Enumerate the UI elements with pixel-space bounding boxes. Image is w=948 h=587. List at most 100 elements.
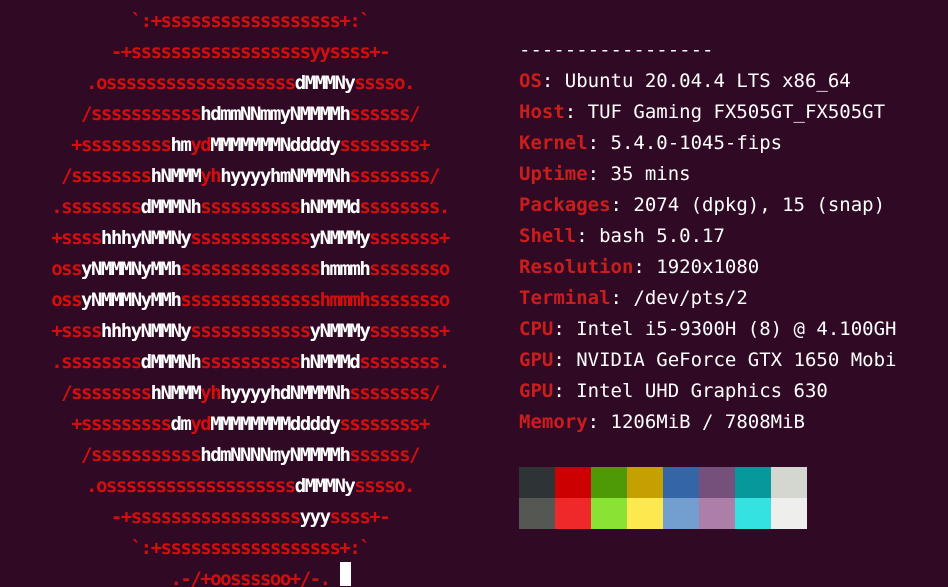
logo-line: -+sssssssssssssssssyyyssss+-	[5, 502, 495, 533]
info-key: Kernel	[519, 132, 588, 154]
info-row-memory: Memory: 1206MiB / 7808MiB	[519, 407, 948, 438]
logo-segment: hm	[170, 134, 191, 156]
info-value: : Intel i5-9300H (8) @ 4.100GH	[553, 318, 897, 340]
logo-segment: yNMMMy	[309, 227, 371, 249]
color-swatch	[627, 467, 663, 498]
info-value: : TUF Gaming FX505GT_FX505GT	[564, 101, 886, 123]
info-value: : 35 mins	[587, 163, 691, 185]
logo-segment: /ssssssss	[61, 382, 152, 404]
info-key: Shell	[519, 225, 577, 247]
logo-line: .ssssssssdMMMNhsssssssssshNMMMdssssssss.	[5, 347, 495, 378]
info-value: : Ubuntu 20.04.4 LTS x86_64	[541, 70, 851, 92]
info-key: CPU	[519, 318, 554, 340]
info-key: GPU	[519, 349, 554, 371]
logo-segment: sssso.	[354, 475, 415, 497]
terminal-window[interactable]: `:+ssssssssssssssssss+:` -+ssssssssssssss…	[0, 0, 948, 587]
logo-segment: `:+ssssssssssssssssss+:`	[130, 10, 371, 32]
info-row-shell: Shell: bash 5.0.17	[519, 221, 948, 252]
logo-line: .ssssssssdMMMNhsssssssssshNMMMdssssssss.	[5, 192, 495, 223]
logo-segment: hhhyNMMNy	[100, 227, 192, 249]
logo-segment: +ssss	[51, 320, 102, 342]
logo-line: .osssssssssssssssssssdMMMNysssso.	[5, 68, 495, 99]
logo-segment: .osssssssssssssssssss	[86, 475, 296, 497]
color-swatch	[555, 467, 591, 498]
user-host-line: moon@moon-watcher	[519, 4, 948, 35]
info-row-resolution: Resolution: 1920x1080	[519, 252, 948, 283]
logo-segment: dMMMNy	[294, 72, 356, 94]
logo-segment: ssssssssssss	[190, 227, 311, 249]
info-row-host: Host: TUF Gaming FX505GT_FX505GT	[519, 97, 948, 128]
info-key: Terminal	[519, 287, 611, 309]
logo-line: +sssssssssdmydMMMMMMMMddddyssssssss+	[5, 409, 495, 440]
logo-segment: yh	[200, 165, 221, 187]
logo-segment: .osssssssssssssssssss	[86, 72, 296, 94]
color-swatch	[699, 498, 735, 529]
logo-segment: .-/+oossssoo+/-.	[170, 568, 331, 587]
logo-segment: ssssssssss	[200, 196, 301, 218]
logo-line: /sssssssshNMMMyhhyyyyhmNMMMNhssssssss/	[5, 161, 495, 192]
logo-segment: +sssssssss	[71, 413, 172, 435]
info-row-os: OS: Ubuntu 20.04.4 LTS x86_64	[519, 66, 948, 97]
logo-segment: sssssss+	[369, 227, 450, 249]
logo-segment: MMMMMMMMddddy	[210, 413, 341, 435]
logo-segment: hNMMMd	[299, 196, 361, 218]
color-swatch	[591, 467, 627, 498]
color-swatch	[663, 467, 699, 498]
color-swatch	[771, 467, 807, 498]
logo-segment: hdmNNNNmyNMMMMh	[200, 444, 351, 466]
logo-segment: MMMMMMMNddddy	[210, 134, 341, 156]
logo-line: ossyNMMMNyMMhsssssssssssssshmmmhssssssso	[5, 285, 495, 316]
info-row-kernel: Kernel: 5.4.0-1045-fips	[519, 128, 948, 159]
logo-segment: ssssssss+	[339, 134, 430, 156]
color-swatch	[555, 498, 591, 529]
logo-segment: yd	[190, 134, 211, 156]
color-swatch	[519, 467, 555, 498]
logo-segment: yNMMMNyMMh	[81, 258, 182, 280]
logo-segment: oss	[51, 289, 82, 311]
logo-segment: dMMMNh	[140, 196, 202, 218]
info-row-gpu: GPU: Intel UHD Graphics 630	[519, 376, 948, 407]
logo-segment: -+sssssssssssssssss	[110, 506, 301, 528]
logo-segment: yyy	[299, 506, 331, 528]
separator-line: -----------------	[519, 39, 714, 61]
logo-segment: ssssssssss	[200, 351, 301, 373]
logo-line: `:+ssssssssssssssssss+:`	[5, 6, 495, 37]
logo-segment: ssss+-	[329, 506, 391, 528]
info-key: Packages	[519, 194, 611, 216]
logo-segment: ssssssss.	[359, 351, 450, 373]
info-value: : 5.4.0-1045-fips	[587, 132, 783, 154]
logo-segment: /sssssssssss	[81, 103, 202, 125]
info-row-terminal: Terminal: /dev/pts/2	[519, 283, 948, 314]
logo-segment: sssso.	[354, 72, 415, 94]
logo-segment: /ssssssss	[61, 165, 152, 187]
logo-segment: hdmmNNmmyNMMMMh	[200, 103, 351, 125]
logo-segment: ssssssssssssss	[180, 258, 321, 280]
logo-segment: hNMMM	[150, 165, 202, 187]
info-value: : /dev/pts/2	[610, 287, 748, 309]
color-swatch	[735, 498, 771, 529]
logo-segment: oss	[51, 258, 82, 280]
logo-segment: hNMMM	[150, 382, 202, 404]
logo-segment: +sssssssss	[71, 134, 172, 156]
info-row-uptime: Uptime: 35 mins	[519, 159, 948, 190]
info-value: : Intel UHD Graphics 630	[553, 380, 828, 402]
logo-segment: -+ssssssssssssssssssyyssss+-	[110, 41, 391, 63]
info-value: : NVIDIA GeForce GTX 1650 Mobi	[553, 349, 897, 371]
logo-segment: hNMMMd	[299, 351, 361, 373]
terminal-cursor	[340, 562, 351, 586]
color-swatch	[735, 467, 771, 498]
logo-line: +ssssssssshmydMMMMMMMNddddyssssssss+	[5, 130, 495, 161]
logo-segment: hmmmh	[319, 258, 371, 280]
info-key: Memory	[519, 411, 588, 433]
logo-segment: hyyyyhdNMMMNh	[220, 382, 351, 404]
logo-line: +sssshhhyNMMNyssssssssssssyNMMMysssssss+	[5, 316, 495, 347]
logo-segment: dMMMNy	[294, 475, 356, 497]
logo-segment: ssssssss/	[349, 165, 440, 187]
color-swatch	[663, 498, 699, 529]
color-swatch	[591, 498, 627, 529]
logo-segment: sssssss+	[369, 320, 450, 342]
color-swatch	[627, 498, 663, 529]
color-swatch	[519, 498, 555, 529]
logo-segment: hhhyNMMNy	[100, 320, 192, 342]
logo-segment: sssssssssssssshmmmhssssssso	[180, 289, 450, 311]
